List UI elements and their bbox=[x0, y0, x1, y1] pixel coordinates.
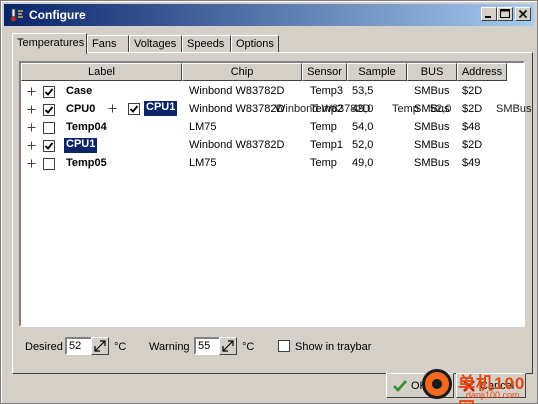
desired-value: 52 bbox=[69, 340, 82, 352]
warning-value: 55 bbox=[198, 340, 211, 352]
watermark-line2: danji100.com bbox=[466, 390, 520, 400]
checkmark-icon bbox=[44, 88, 54, 96]
traybar-label: Show in traybar bbox=[295, 341, 372, 353]
row-chip: Winbond W83782D bbox=[189, 139, 285, 151]
ghost-label: CPU1 bbox=[142, 100, 179, 117]
row-sensor: Temp bbox=[310, 157, 337, 169]
desired-input[interactable]: 52 bbox=[65, 337, 93, 355]
ghost-sample: 52,0 bbox=[430, 103, 452, 115]
warning-unit: °C bbox=[242, 341, 255, 353]
row-label: CPU0 bbox=[66, 103, 96, 115]
tab-label: Voltages bbox=[134, 38, 177, 50]
title-bar[interactable]: Configure bbox=[4, 4, 534, 26]
spin-arrows-icon bbox=[94, 340, 106, 352]
expand-icon bbox=[108, 104, 117, 113]
expand-icon[interactable] bbox=[27, 123, 36, 132]
column-header-bus[interactable]: BUS bbox=[407, 63, 457, 81]
desired-spin-button[interactable] bbox=[91, 337, 109, 355]
ghost-bus: SMBus bbox=[496, 103, 532, 115]
site-watermark: 单机100网 danji100.com bbox=[454, 367, 538, 404]
column-header-sample[interactable]: Sample bbox=[347, 63, 407, 81]
row-address: $2D bbox=[462, 85, 483, 97]
expand-icon[interactable] bbox=[27, 141, 36, 150]
table-row[interactable]: Temp05 LM75 Temp 49,0 SMBus $49 bbox=[21, 155, 523, 173]
checkmark-icon bbox=[44, 106, 54, 114]
column-header-chip[interactable]: Chip bbox=[182, 63, 302, 81]
tab-voltages[interactable]: Voltages bbox=[129, 35, 182, 53]
row-label: CPU1 bbox=[62, 137, 99, 154]
tab-label: Fans bbox=[92, 38, 117, 50]
tab-label: Temperatures bbox=[17, 37, 85, 49]
row-sample: 49,0 bbox=[352, 157, 374, 169]
close-button[interactable] bbox=[515, 7, 531, 21]
tab-strip: Temperatures Fans Voltages Speeds Option… bbox=[12, 33, 312, 54]
warning-label: Warning bbox=[149, 341, 190, 353]
table-row-selected[interactable]: CPU1 Winbond W83782D Temp1 52,0 SMBus $2… bbox=[21, 137, 523, 155]
tab-fans[interactable]: Fans bbox=[87, 35, 129, 53]
column-header-label[interactable]: Label bbox=[21, 63, 182, 81]
expand-icon[interactable] bbox=[27, 159, 36, 168]
row-chip: LM75 bbox=[189, 157, 217, 169]
traybar-checkbox[interactable] bbox=[278, 340, 290, 352]
maximize-icon bbox=[500, 9, 510, 18]
checkmark-icon bbox=[129, 105, 139, 113]
maximize-button[interactable] bbox=[497, 7, 513, 21]
configure-window: Configure Temperatures Fans Voltages Spe… bbox=[0, 0, 538, 404]
row-address: $48 bbox=[462, 121, 481, 133]
column-header-address[interactable]: Address bbox=[457, 63, 507, 81]
row-checkbox[interactable] bbox=[43, 140, 55, 152]
tab-label: Speeds bbox=[187, 38, 225, 50]
drag-ghost-row: CPU1 Winbond W83782D Temp 52,0 SMBus bbox=[105, 99, 535, 117]
window-title: Configure bbox=[29, 8, 86, 22]
row-checkbox[interactable] bbox=[43, 122, 55, 134]
row-label: Temp05 bbox=[66, 157, 107, 169]
ghost-chip: Winbond W83782D bbox=[275, 103, 371, 115]
row-chip: LM75 bbox=[189, 121, 217, 133]
row-sample: 52,0 bbox=[352, 139, 374, 151]
row-checkbox[interactable] bbox=[43, 158, 55, 170]
minimize-icon bbox=[485, 16, 491, 18]
ghost-checkbox bbox=[128, 103, 140, 115]
row-sample: 53,5 bbox=[352, 85, 374, 97]
row-chip: Winbond W83782D bbox=[189, 85, 285, 97]
checkmark-icon bbox=[44, 142, 54, 150]
row-bus: SMBus bbox=[414, 139, 450, 151]
close-icon bbox=[518, 9, 528, 19]
table-row[interactable]: Temp04 LM75 Temp 54,0 SMBus $48 bbox=[21, 119, 523, 137]
tab-temperatures[interactable]: Temperatures bbox=[12, 33, 87, 54]
row-address: $2D bbox=[462, 139, 483, 151]
row-checkbox[interactable] bbox=[43, 104, 55, 116]
tab-label: Options bbox=[236, 38, 274, 50]
spin-arrows-icon bbox=[222, 340, 234, 352]
expand-icon[interactable] bbox=[27, 87, 36, 96]
tab-options[interactable]: Options bbox=[231, 35, 279, 53]
row-sensor: Temp3 bbox=[310, 85, 344, 97]
ghost-sensor: Temp bbox=[392, 103, 419, 115]
row-bus: SMBus bbox=[414, 121, 450, 133]
settings-bar: Desired 52 °C Warning 55 °C Show in tray… bbox=[19, 334, 525, 360]
checkmark-icon bbox=[393, 380, 407, 392]
warning-input[interactable]: 55 bbox=[194, 337, 222, 355]
desired-unit: °C bbox=[114, 341, 127, 353]
warning-spin-button[interactable] bbox=[219, 337, 237, 355]
desired-label: Desired bbox=[25, 341, 63, 353]
tab-speeds[interactable]: Speeds bbox=[182, 35, 231, 53]
row-label: Case bbox=[66, 85, 93, 97]
column-header-sensor[interactable]: Sensor bbox=[302, 63, 347, 81]
minimize-button[interactable] bbox=[481, 7, 497, 21]
row-checkbox[interactable] bbox=[43, 86, 55, 98]
row-address: $49 bbox=[462, 157, 481, 169]
row-sample: 54,0 bbox=[352, 121, 374, 133]
row-bus: SMBus bbox=[414, 85, 450, 97]
thermometer-app-icon bbox=[10, 8, 23, 22]
row-sensor: Temp bbox=[310, 121, 337, 133]
expand-icon[interactable] bbox=[27, 105, 36, 114]
row-sensor: Temp1 bbox=[310, 139, 344, 151]
cursor-highlight bbox=[422, 369, 452, 399]
row-bus: SMBus bbox=[414, 157, 450, 169]
row-label: Temp04 bbox=[66, 121, 107, 133]
